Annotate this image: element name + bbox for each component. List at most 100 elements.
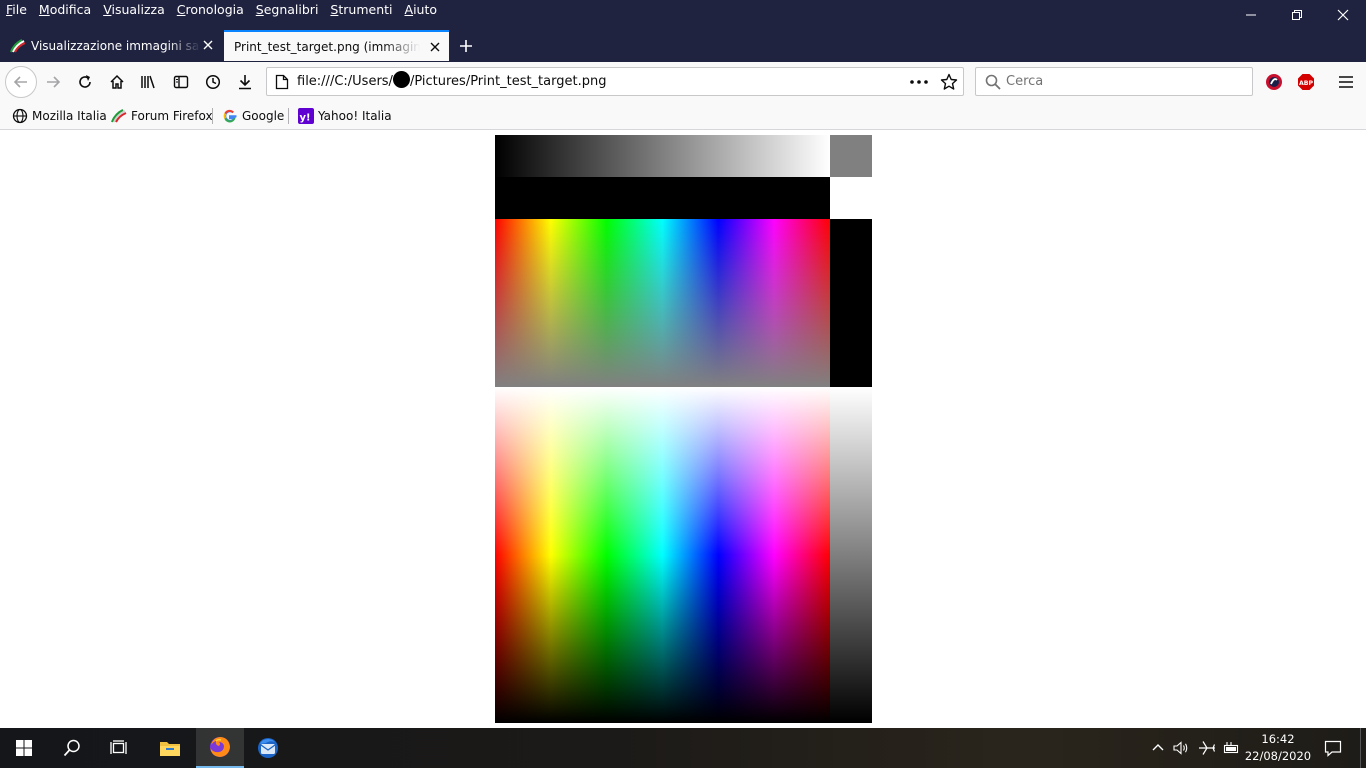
menu-aiuto[interactable]: Aiuto (399, 0, 444, 20)
speaker-icon (1173, 741, 1188, 755)
page-actions-button[interactable] (907, 71, 931, 93)
svg-text:y!: y! (299, 112, 310, 123)
back-button[interactable] (5, 66, 37, 98)
bookmark-yahoo-italia[interactable]: y! Yahoo! Italia (298, 102, 392, 129)
bookmark-mozilla-italia[interactable]: Mozilla Italia (12, 102, 107, 129)
sidebar-button[interactable] (167, 68, 195, 96)
close-window-button[interactable] (1320, 0, 1366, 30)
forward-button[interactable] (39, 68, 67, 96)
system-clock[interactable]: 16:42 22/08/2020 (1240, 731, 1316, 765)
reload-icon (79, 75, 91, 88)
adblock-button[interactable]: ABP (1294, 70, 1318, 94)
close-icon (430, 42, 440, 52)
menu-visualizza[interactable]: Visualizza (97, 0, 171, 20)
chevron-up-icon (1152, 744, 1164, 751)
menu-file[interactable]: File (0, 0, 33, 20)
search-input[interactable]: Cerca (1006, 68, 1043, 95)
svg-text:ABP: ABP (1299, 80, 1314, 87)
taskbar-search-button[interactable] (48, 728, 96, 768)
tab-strip: Visualizzazione immagini salvate Print_t… (0, 30, 1366, 62)
restore-icon (1292, 10, 1302, 20)
firefox-icon (210, 737, 230, 757)
downloads-button[interactable] (231, 68, 259, 96)
menu-segnalibri[interactable]: Segnalibri (250, 0, 325, 20)
bookmark-label: Yahoo! Italia (318, 108, 392, 123)
restore-button[interactable] (1274, 0, 1320, 30)
task-view-button[interactable] (96, 728, 144, 768)
sidebar-icon (173, 75, 189, 89)
home-icon (110, 74, 124, 89)
url-bar[interactable]: file:///C:/Users/ /Pictures/Print_test_ta… (266, 67, 964, 96)
minimize-button[interactable] (1228, 0, 1274, 30)
home-button[interactable] (103, 68, 131, 96)
task-view-icon (110, 740, 127, 754)
clock-time: 16:42 (1261, 732, 1295, 746)
show-desktop-button[interactable] (1360, 728, 1366, 768)
color-test-chart (495, 135, 872, 723)
more-dots-icon (910, 80, 928, 84)
menu-cronologia[interactable]: Cronologia (171, 0, 250, 20)
minimize-icon (1246, 14, 1256, 16)
tab-print-test-target[interactable]: Print_test_target.png (immagine PNG (224, 30, 449, 61)
reload-button[interactable] (71, 68, 99, 96)
forward-arrow-icon (47, 76, 61, 88)
download-icon (239, 75, 251, 90)
italia-flag-icon (9, 38, 26, 52)
library-button[interactable] (135, 68, 163, 96)
library-icon (141, 75, 155, 89)
file-explorer-icon (160, 742, 180, 756)
clock-date: 22/08/2020 (1244, 749, 1312, 763)
app-menu-button[interactable] (1334, 70, 1358, 94)
new-tab-button[interactable] (455, 35, 477, 57)
google-icon (223, 109, 237, 122)
bookmark-google[interactable]: Google (222, 102, 284, 129)
bookmark-star-button[interactable] (937, 71, 961, 93)
url-suffix: /Pictures/Print_test_target.png (409, 74, 607, 89)
taskbar: 16:42 22/08/2020 (0, 728, 1366, 768)
title-bar: File Modifica Visualizza Cronologia Segn… (0, 0, 1366, 32)
thunderbird-icon (258, 738, 278, 758)
airplane-icon (1199, 741, 1216, 755)
hamburger-icon (1339, 76, 1353, 88)
close-icon (1337, 9, 1349, 21)
search-icon (63, 739, 80, 757)
page-icon (275, 74, 289, 90)
history-button[interactable] (199, 68, 227, 96)
tab-close-button[interactable] (200, 37, 216, 53)
search-bar[interactable]: Cerca (975, 67, 1253, 96)
battery-button[interactable] (1222, 740, 1240, 756)
tab-saved-images[interactable]: Visualizzazione immagini salvate (0, 30, 222, 61)
clock-icon (205, 74, 221, 90)
back-arrow-icon (13, 76, 27, 88)
show-hidden-icons-button[interactable] (1150, 740, 1166, 756)
notification-icon (1324, 740, 1342, 757)
menu-bar: File Modifica Visualizza Cronologia Segn… (0, 0, 443, 20)
file-explorer-button[interactable] (146, 728, 194, 768)
tab-close-button[interactable] (427, 39, 443, 55)
extension-icon (1266, 74, 1282, 90)
airplane-mode-button[interactable] (1198, 740, 1216, 756)
close-icon (203, 40, 213, 50)
tab-title: Visualizzazione immagini salvate (31, 38, 201, 53)
bookmark-forum-firefox[interactable]: Forum Firefox (109, 102, 213, 129)
bookmark-separator (212, 108, 213, 124)
adblock-icon: ABP (1298, 74, 1314, 90)
start-icon (16, 740, 32, 756)
firefox-taskbar-button[interactable] (196, 728, 244, 768)
extension-button[interactable] (1262, 70, 1286, 94)
battery-plug-icon (1223, 742, 1239, 754)
menu-modifica[interactable]: Modifica (33, 0, 97, 20)
bookmark-label: Mozilla Italia (32, 108, 107, 123)
thunderbird-taskbar-button[interactable] (244, 728, 292, 768)
action-center-button[interactable] (1324, 739, 1342, 757)
bookmark-separator (288, 108, 289, 124)
start-button[interactable] (0, 728, 48, 768)
volume-button[interactable] (1173, 740, 1191, 756)
plus-icon (460, 40, 472, 52)
url-text[interactable]: file:///C:/Users/ /Pictures/Print_test_ta… (297, 68, 606, 95)
redaction-mark (392, 71, 410, 88)
menu-strumenti[interactable]: Strumenti (324, 0, 398, 20)
url-prefix: file:///C:/Users/ (297, 74, 393, 89)
bookmark-label: Forum Firefox (131, 108, 213, 123)
bookmark-label: Google (242, 108, 285, 123)
